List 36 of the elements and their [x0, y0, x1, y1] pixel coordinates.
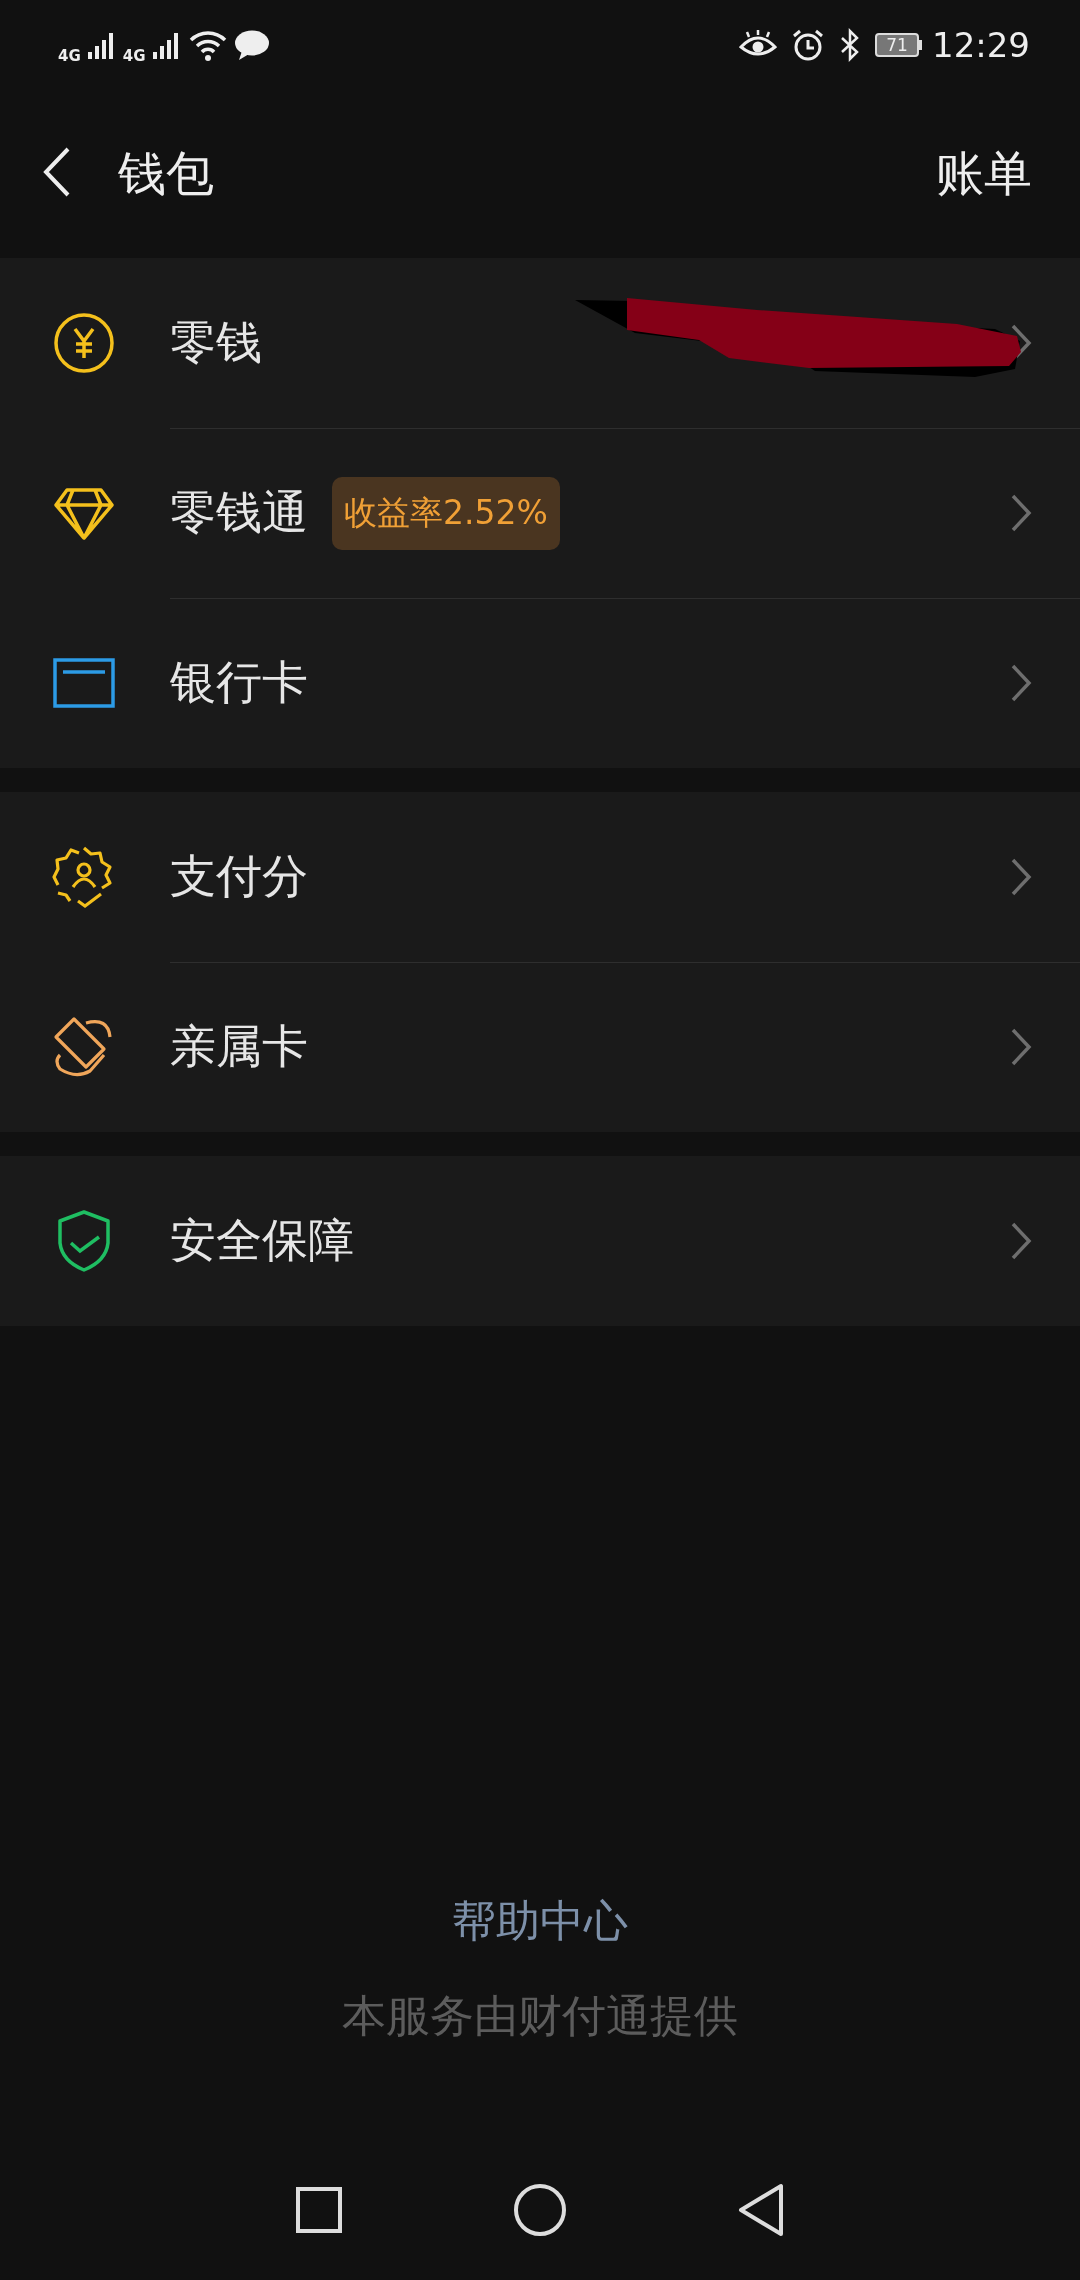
menu-label: 零钱通 — [170, 484, 308, 541]
bluetooth-icon — [839, 28, 861, 62]
page-title: 钱包 — [118, 144, 215, 203]
menu-label: 亲属卡 — [170, 1018, 308, 1075]
alarm-clock-icon — [791, 28, 825, 62]
chevron-right-icon — [1010, 857, 1032, 897]
circle-icon — [513, 2182, 567, 2237]
menu-label: 支付分 — [170, 848, 308, 905]
clock-time: 12:29 — [932, 25, 1030, 65]
chevron-right-icon — [1010, 663, 1032, 703]
menu-item[interactable]: 支付分 — [0, 792, 1080, 962]
square-icon — [295, 2185, 343, 2234]
menu-item[interactable]: 零钱通 收益率2.52% — [0, 428, 1080, 598]
menu-item[interactable]: 安全保障 — [0, 1156, 1080, 1326]
yuan-coin-icon — [53, 312, 115, 374]
network-label: 4G — [122, 47, 146, 65]
menu-label: 安全保障 — [170, 1212, 354, 1269]
menu-item[interactable]: 零钱 — [0, 258, 1080, 428]
chat-bubble-icon — [233, 29, 270, 61]
battery-level: 71 — [886, 35, 908, 55]
chevron-right-icon — [1010, 1027, 1032, 1067]
menu-label: 零钱 — [170, 314, 262, 371]
chevron-right-icon — [1010, 1221, 1032, 1261]
help-center-link[interactable]: 帮助中心 — [452, 1892, 628, 1951]
menu-item[interactable]: 银行卡 — [0, 598, 1080, 768]
bank-card-icon — [53, 658, 115, 708]
network-label: 4G — [58, 47, 81, 65]
wifi-icon — [187, 28, 228, 62]
chevron-right-icon — [1010, 493, 1032, 533]
bill-button[interactable]: 账单 — [936, 142, 1032, 206]
yield-rate-badge: 收益率2.52% — [332, 476, 560, 550]
menu-item[interactable]: 亲属卡 — [0, 962, 1080, 1132]
menu-label: 银行卡 — [170, 654, 308, 711]
shield-check-icon — [56, 1209, 112, 1273]
triangle-back-icon — [737, 2182, 785, 2237]
provider-note: 本服务由财付通提供 — [342, 1989, 738, 2043]
